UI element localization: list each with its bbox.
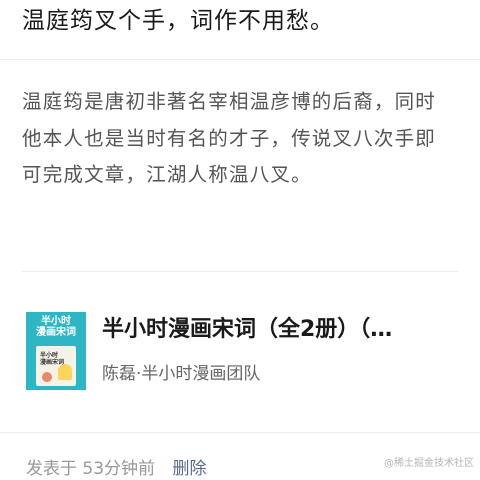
cover-character-figure <box>58 364 72 380</box>
post-page: 温庭筠叉个手，词作不用愁。 温庭筠是唐初非著名宰相温彦博的后裔，同时他本人也是当… <box>0 0 480 480</box>
cover-illustration: 半小时 漫画宋词 <box>36 346 76 386</box>
post-footer: 发表于 53分钟前 删除 <box>26 457 206 480</box>
delete-button[interactable]: 删除 <box>172 459 206 479</box>
book-card[interactable]: 半小时 漫画宋词 半小时 漫画宋词 半小时漫画宋词（全2册）（… 陈磊·半小时漫… <box>22 300 458 396</box>
cover-title: 半小时 漫画宋词 <box>26 316 86 338</box>
book-cover-image: 半小时 漫画宋词 半小时 漫画宋词 <box>26 312 86 390</box>
cover-box-label: 半小时 漫画宋词 <box>40 352 64 366</box>
publish-time: 发表于 53分钟前 <box>26 459 156 479</box>
watermark: @稀土掘金技术社区 <box>384 458 474 469</box>
cover-title-line: 半小时 <box>41 316 71 327</box>
post-body: 温庭筠是唐初非著名宰相温彦博的后裔，同时他本人也是当时有名的才子，传说叉八次手即… <box>22 90 437 186</box>
cover-character-figure <box>42 372 52 382</box>
book-author: 陈磊·半小时漫画团队 <box>102 364 261 384</box>
divider <box>22 271 458 272</box>
post-title: 温庭筠叉个手，词作不用愁。 <box>22 8 334 34</box>
book-title[interactable]: 半小时漫画宋词（全2册）（… <box>102 314 458 346</box>
divider <box>0 432 480 433</box>
cover-title-line: 漫画宋词 <box>36 327 76 338</box>
cover-box-line: 半小时 <box>40 352 59 359</box>
divider <box>0 59 480 60</box>
